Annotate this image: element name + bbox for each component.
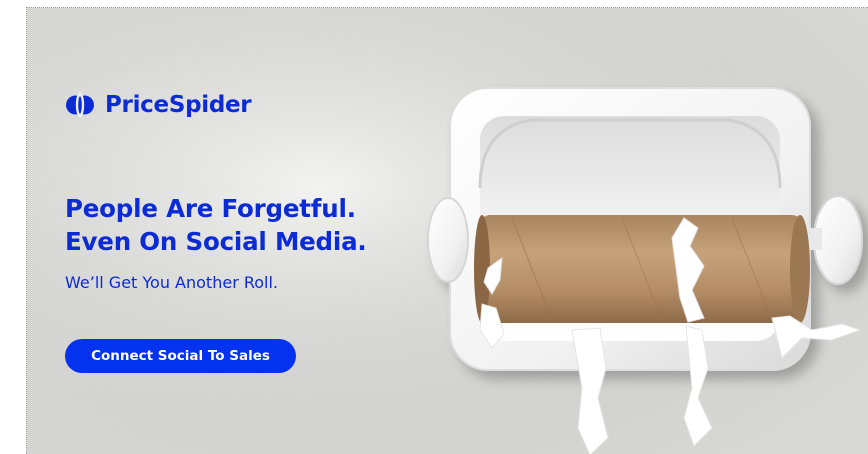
pricespider-logo[interactable]: PriceSpider: [65, 90, 252, 120]
spider-logo-icon: [66, 92, 94, 118]
subheadline: We’ll Get You Another Roll.: [65, 273, 279, 292]
connect-social-to-sales-button[interactable]: Connect Social To Sales: [65, 339, 296, 373]
advertisement-banner[interactable]: PriceSpider People Are Forgetful. Even O…: [26, 7, 868, 454]
empty-toilet-paper-roll-icon: [427, 87, 863, 454]
brand-name: PriceSpider: [105, 92, 252, 118]
page-frame: PriceSpider People Are Forgetful. Even O…: [0, 0, 868, 454]
headline: People Are Forgetful. Even On Social Med…: [65, 192, 367, 258]
headline-line-1: People Are Forgetful.: [65, 194, 356, 223]
headline-line-2: Even On Social Media.: [65, 227, 367, 256]
